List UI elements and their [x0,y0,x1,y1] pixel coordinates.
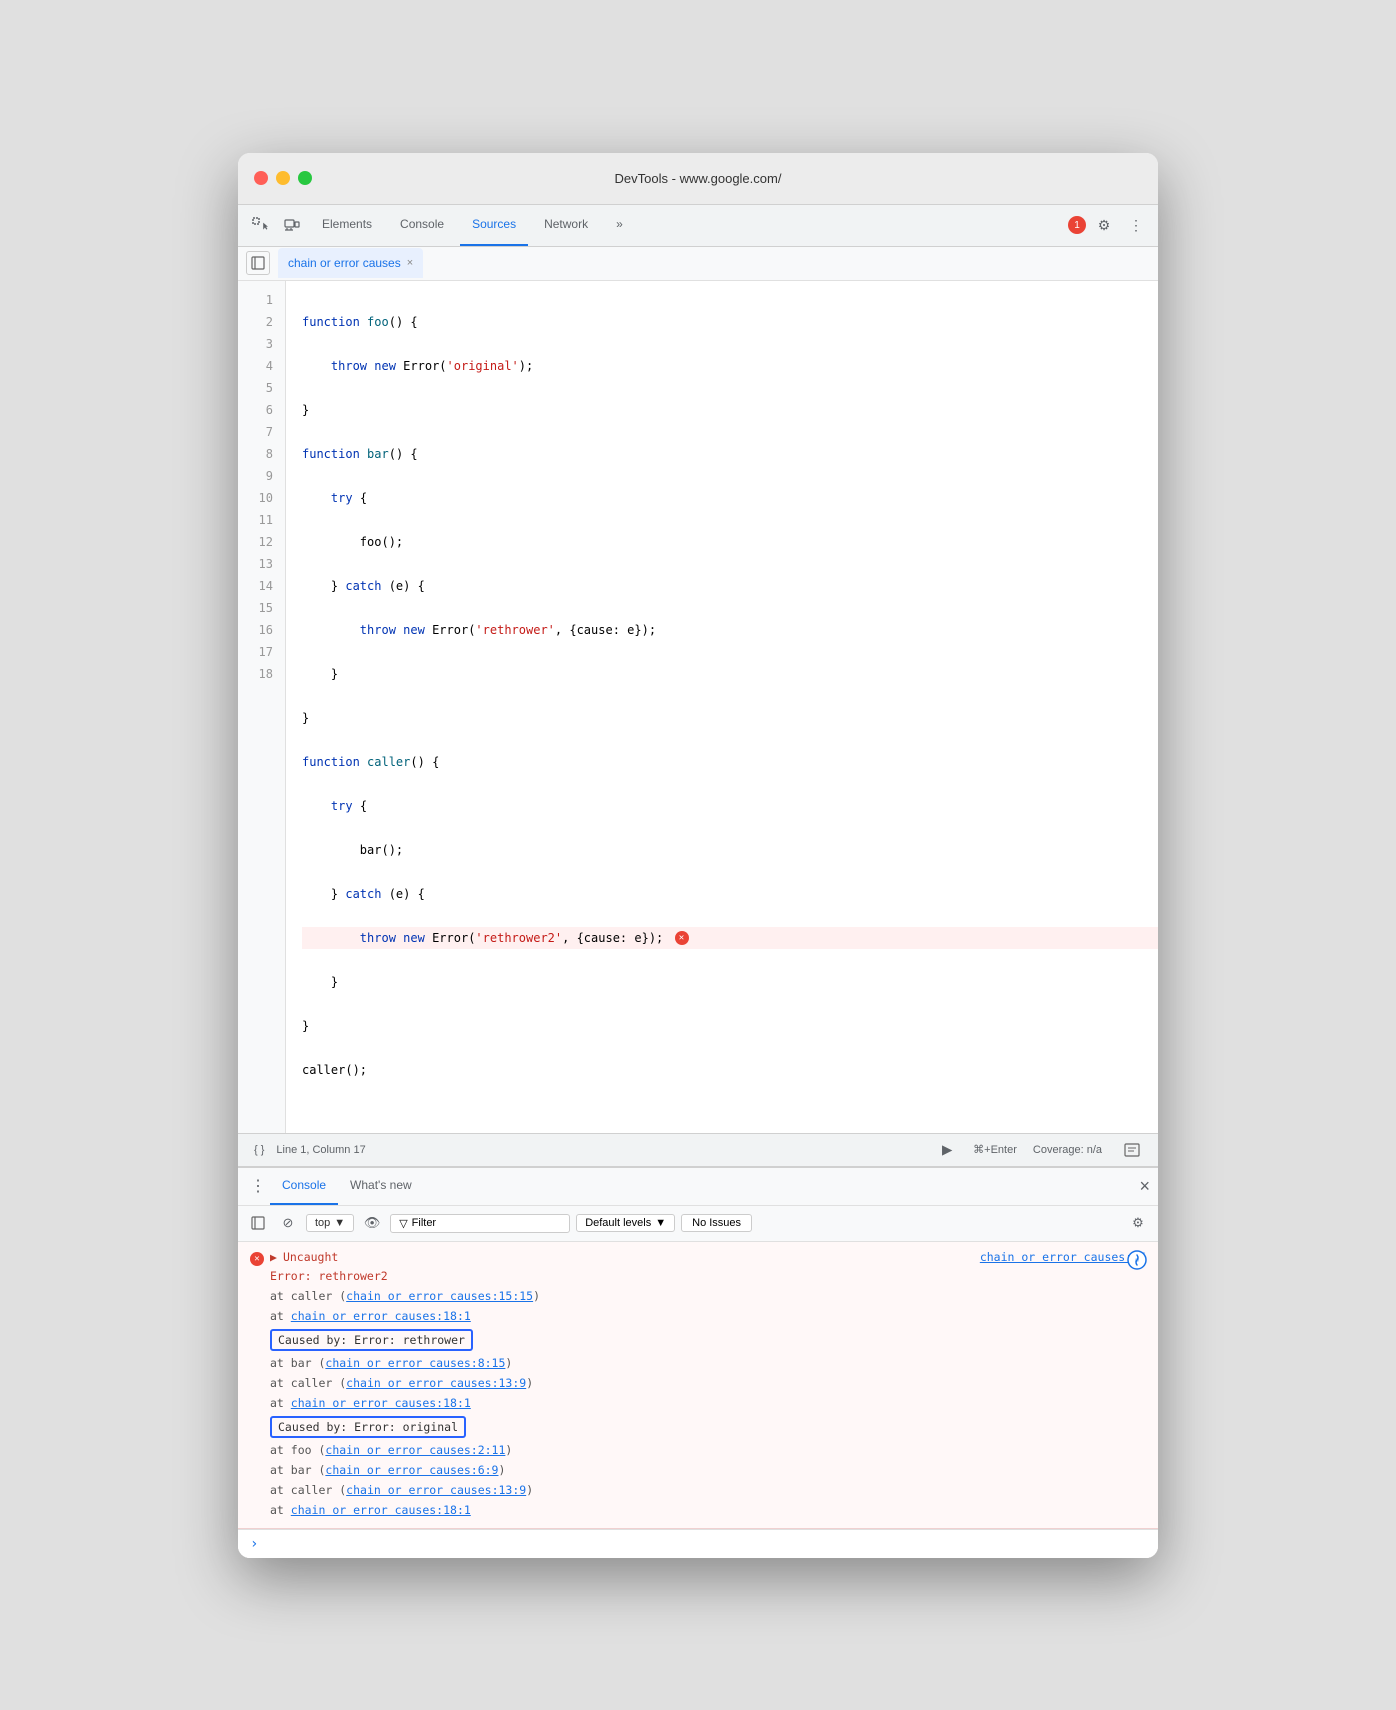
console-close-button[interactable]: × [1139,1176,1150,1197]
ai-assist-button[interactable] [1124,1250,1150,1276]
filter-input-area[interactable]: ▽ Filter [390,1214,570,1233]
status-bar: { } Line 1, Column 17 ▶ ⌘+Enter Coverage… [238,1133,1158,1167]
eye-icon[interactable]: 👁 [360,1211,384,1235]
coverage-label: Coverage: n/a [1033,1144,1102,1156]
caused-by-2-label: Caused by: Error: original [270,1416,466,1438]
more-options-icon[interactable]: ⋮ [1122,211,1150,239]
filter-icon: ▽ [399,1217,407,1230]
nav-right-controls: 1 ⚙ ⋮ [1068,211,1150,239]
titlebar: DevTools - www.google.com/ [238,153,1158,205]
console-prompt[interactable]: › [238,1529,1158,1558]
error-source-link[interactable]: chain or error causes:15 [980,1250,1146,1264]
inspect-element-icon[interactable] [246,211,274,239]
file-tab-chain-error[interactable]: chain or error causes × [278,248,423,278]
clear-console-icon[interactable]: ⊘ [276,1211,300,1235]
file-tabbar: chain or error causes × [238,247,1158,281]
maximize-button[interactable] [298,171,312,185]
line-numbers: 1 2 3 4 5 6 7 8 9 10 11 12 13 14 15 16 1… [238,281,286,1133]
dropdown-arrow-icon: ▼ [334,1217,345,1229]
error-badge: 1 [1068,216,1086,234]
error-circle-icon: ✕ [250,1252,264,1266]
console-settings-icon[interactable]: ⚙ [1126,1211,1150,1235]
tab-elements[interactable]: Elements [310,204,384,246]
cb2-link-4[interactable]: chain or error causes:18:1 [291,1503,471,1517]
sidebar-toggle-button[interactable] [246,251,270,275]
code-editor: 1 2 3 4 5 6 7 8 9 10 11 12 13 14 15 16 1… [238,281,1158,1133]
cursor-position: Line 1, Column 17 [276,1144,365,1156]
cb1-link-3[interactable]: chain or error causes:18:1 [291,1396,471,1410]
tab-more[interactable]: » [604,204,635,246]
console-menu-icon[interactable]: ⋮ [246,1174,270,1198]
expand-arrow-icon[interactable]: ▶ [270,1250,277,1264]
console-panel: ⋮ Console What's new × ⊘ top ▼ 👁 [238,1167,1158,1558]
devtools-navbar: Elements Console Sources Network » 1 ⚙ ⋮ [238,205,1158,247]
format-button[interactable]: { } [250,1136,268,1164]
tab-console-main[interactable]: Console [270,1167,338,1205]
file-tab-name: chain or error causes [288,256,401,270]
console-toolbar: ⊘ top ▼ 👁 ▽ Filter Default levels ▼ No I… [238,1206,1158,1242]
tab-whats-new[interactable]: What's new [338,1167,424,1205]
levels-dropdown-arrow-icon: ▼ [655,1217,666,1229]
stack-line-1: at caller (chain or error causes:15:15) [270,1286,1146,1306]
caused-by-1-label: Caused by: Error: rethrower [270,1329,473,1351]
tab-network[interactable]: Network [532,204,600,246]
settings-icon[interactable]: ⚙ [1090,211,1118,239]
error-detail-block: Error: rethrower2 at caller (chain or er… [250,1266,1146,1326]
console-output[interactable]: ✕ ▶ Uncaught chain or error causes:15 Er… [238,1242,1158,1558]
caused-by-2-stack: at foo (chain or error causes:2:11) at b… [250,1440,1146,1520]
stack-link-2[interactable]: chain or error causes:18:1 [291,1309,471,1323]
sidebar-toggle-console-icon[interactable] [246,1211,270,1235]
cb2-link-2[interactable]: chain or error causes:6:9 [325,1463,498,1477]
tab-console[interactable]: Console [388,204,456,246]
code-text: function foo() { throw new Error('origin… [286,281,1158,1133]
error-header-row: ✕ ▶ Uncaught chain or error causes:15 [250,1250,1146,1266]
close-button[interactable] [254,171,268,185]
file-tab-close[interactable]: × [407,257,413,269]
error-name: Error: rethrower2 [270,1266,1146,1286]
uncaught-label: Uncaught [283,1250,338,1264]
no-issues-button[interactable]: No Issues [681,1214,752,1232]
run-button[interactable]: ▶ [937,1140,957,1160]
device-toolbar-icon[interactable] [278,211,306,239]
stack-link-1[interactable]: chain or error causes:15:15 [346,1289,533,1303]
cb2-link-1[interactable]: chain or error causes:2:11 [325,1443,505,1457]
console-header: ⋮ Console What's new × [238,1168,1158,1206]
window-controls [254,171,312,185]
context-selector[interactable]: top ▼ [306,1214,354,1232]
tab-sources[interactable]: Sources [460,204,528,246]
stack-line-2: at chain or error causes:18:1 [270,1306,1146,1326]
caused-by-1-stack: at bar (chain or error causes:8:15) at c… [250,1353,1146,1413]
error-block: ✕ ▶ Uncaught chain or error causes:15 Er… [238,1242,1158,1529]
devtools-window: DevTools - www.google.com/ Elements Cons… [238,153,1158,1558]
minimize-button[interactable] [276,171,290,185]
cb1-link-1[interactable]: chain or error causes:8:15 [325,1356,505,1370]
window-title: DevTools - www.google.com/ [615,171,782,186]
keyboard-shortcut: ⌘+Enter [973,1143,1017,1156]
code-scroll-area[interactable]: 1 2 3 4 5 6 7 8 9 10 11 12 13 14 15 16 1… [238,281,1158,1133]
coverage-icon[interactable] [1118,1136,1146,1164]
cb2-link-3[interactable]: chain or error causes:13:9 [346,1483,526,1497]
cb1-link-2[interactable]: chain or error causes:13:9 [346,1376,526,1390]
levels-dropdown[interactable]: Default levels ▼ [576,1214,675,1232]
prompt-arrow-icon: › [250,1536,258,1552]
